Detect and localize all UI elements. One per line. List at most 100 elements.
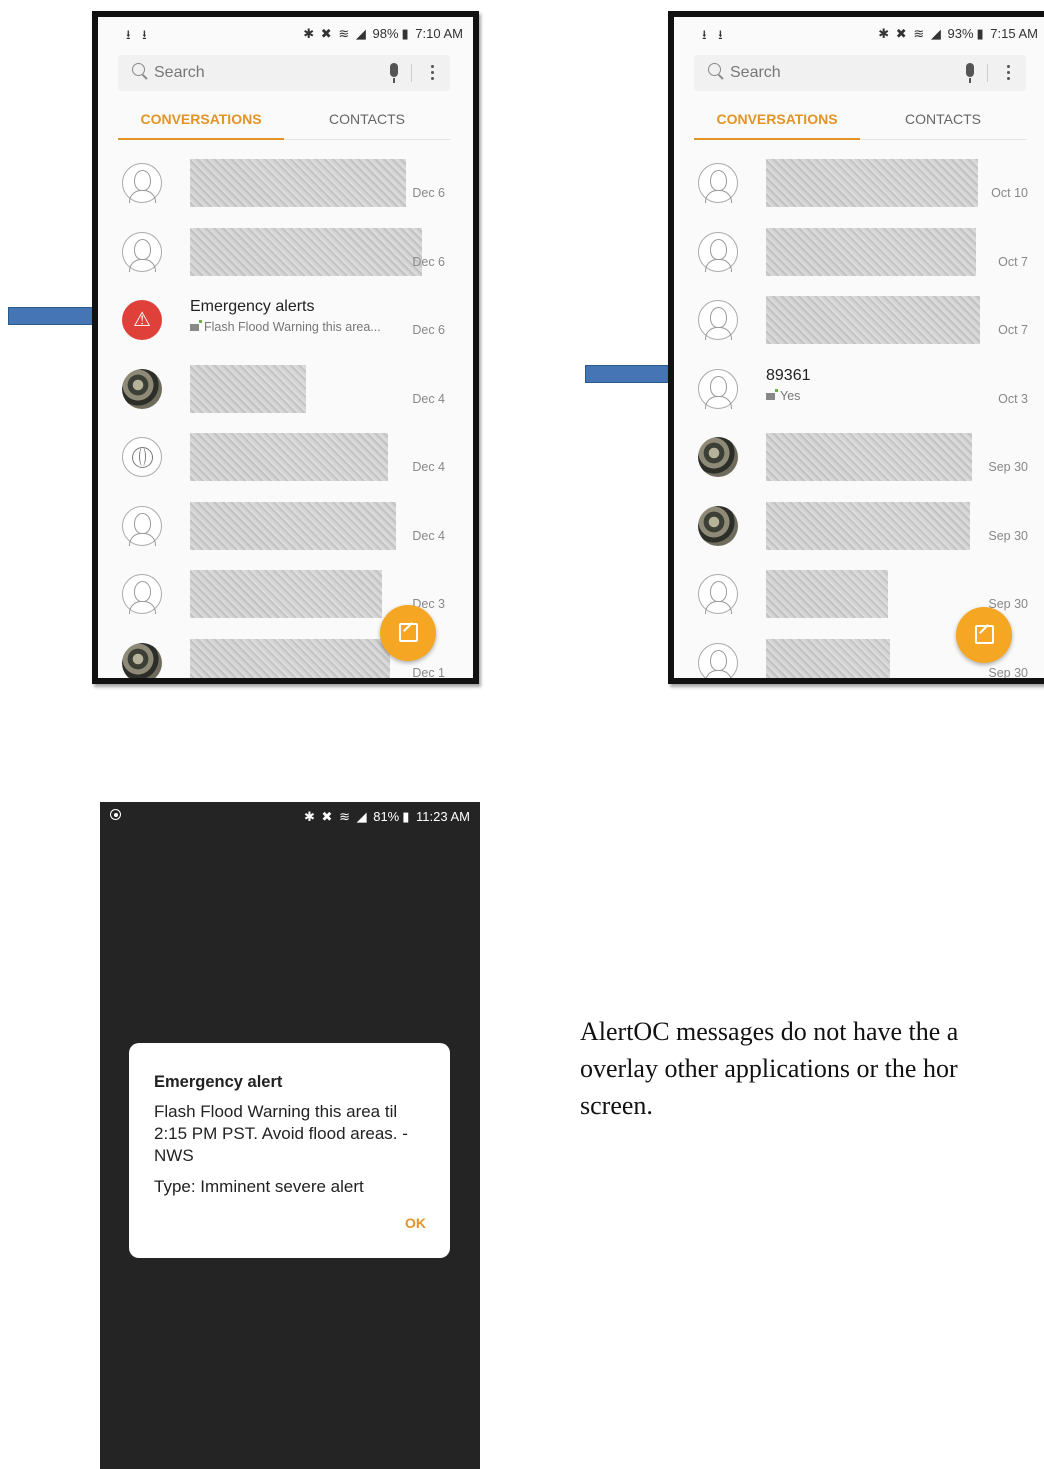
conversation-list: Dec 6 Dec 6 ⚠ Emergency alerts Flash Flo… xyxy=(98,151,473,680)
conversation-row[interactable]: Oct 7 xyxy=(674,220,1044,289)
search-icon xyxy=(132,63,145,76)
wifi-icon: ≋ xyxy=(913,26,925,41)
conversation-date: Oct 7 xyxy=(998,254,1028,269)
redacted-content xyxy=(190,364,306,413)
message-type-icon xyxy=(766,388,778,400)
search-bar[interactable]: Search xyxy=(694,55,1026,91)
snippet-text: Flash Flood Warning this area... xyxy=(204,320,381,334)
conversation-date: Dec 1 xyxy=(412,665,445,680)
more-options-icon[interactable] xyxy=(1007,65,1010,68)
more-options-icon[interactable] xyxy=(431,65,434,68)
bluetooth-icon: ✱ xyxy=(878,26,890,41)
mute-icon: ✖ xyxy=(320,26,332,41)
redacted-content xyxy=(190,159,406,207)
microphone-icon[interactable] xyxy=(966,63,974,83)
dialog-title: Emergency alert xyxy=(154,1073,283,1091)
search-input[interactable]: Search xyxy=(730,64,781,82)
conversation-date: Dec 4 xyxy=(412,460,445,474)
wifi-icon: ≋ xyxy=(339,809,350,824)
screen-record-icon xyxy=(110,809,121,820)
dialog-message: Flash Flood Warning this area til 2:15 P… xyxy=(154,1102,408,1165)
conversation-title: Emergency alerts xyxy=(190,298,315,315)
conversation-row[interactable]: Sep 30 xyxy=(674,494,1044,563)
contact-avatar-icon xyxy=(122,505,162,546)
contact-avatar-icon xyxy=(698,574,738,614)
caption-text: AlertOC messages do not have the a overl… xyxy=(580,1013,1044,1124)
battery-percent: 98% xyxy=(372,26,399,41)
contact-avatar-icon xyxy=(698,642,738,678)
tab-bar: CONVERSATIONS CONTACTS xyxy=(118,103,450,140)
tab-bar: CONVERSATIONS CONTACTS xyxy=(694,103,1026,140)
status-bar: ⭳ ⭳ ✱ ✖ ≋ ◢ 93% ▮ 7:15 AM xyxy=(674,17,1044,49)
conversation-date: Oct 7 xyxy=(998,323,1028,337)
status-bar: ✱ ✖ ≋ ◢ 81% ▮ 11:23 AM xyxy=(100,802,480,832)
conversation-row[interactable]: Dec 4 xyxy=(98,494,473,563)
search-bar[interactable]: Search xyxy=(118,55,450,91)
divider xyxy=(987,64,988,82)
globe-icon xyxy=(122,437,162,477)
battery-percent: 81% xyxy=(373,809,400,824)
redacted-content xyxy=(766,433,972,481)
avatar xyxy=(122,642,162,678)
avatar xyxy=(698,437,738,477)
ok-button[interactable]: OK xyxy=(405,1215,426,1231)
compose-icon xyxy=(399,623,418,642)
tab-contacts[interactable]: CONTACTS xyxy=(284,111,450,127)
mute-icon: ✖ xyxy=(321,809,333,824)
conversation-snippet: Flash Flood Warning this area... xyxy=(190,320,381,334)
download-icon: ⭳ ⭳ xyxy=(126,27,151,42)
battery-icon: ▮ xyxy=(976,26,984,41)
conversation-row[interactable]: Dec 6 xyxy=(98,220,473,289)
contact-avatar-icon xyxy=(122,163,162,203)
caption-line: AlertOC messages do not have the a xyxy=(580,1017,959,1046)
battery-percent: 93% xyxy=(947,26,974,41)
avatar xyxy=(698,505,738,546)
conversation-list: Oct 10 Oct 7 Oct 7 89361 Yes Oct 3 Sep 3… xyxy=(674,151,1044,678)
redacted-content xyxy=(190,227,422,276)
conversation-row-emergency-alerts[interactable]: ⚠ Emergency alerts Flash Flood Warning t… xyxy=(98,288,473,357)
conversation-row-89361[interactable]: 89361 Yes Oct 3 xyxy=(674,357,1044,426)
compose-button[interactable] xyxy=(380,605,436,661)
search-input[interactable]: Search xyxy=(154,64,205,82)
tab-contacts[interactable]: CONTACTS xyxy=(860,111,1026,127)
active-tab-indicator xyxy=(118,138,284,140)
redacted-content xyxy=(766,159,978,207)
bluetooth-icon: ✱ xyxy=(304,809,315,824)
divider xyxy=(411,64,412,82)
signal-icon: ◢ xyxy=(355,26,366,41)
conversation-date: Oct 10 xyxy=(991,186,1028,200)
clock: 7:10 AM xyxy=(415,26,463,41)
clock: 7:15 AM xyxy=(990,26,1038,41)
conversation-date: Dec 4 xyxy=(412,528,445,543)
conversation-row[interactable]: Dec 4 xyxy=(98,357,473,426)
search-icon xyxy=(708,63,721,76)
conversation-date: Dec 6 xyxy=(412,186,445,200)
contact-avatar-icon xyxy=(698,231,738,272)
redacted-content xyxy=(766,501,970,550)
download-icon: ⭳ ⭳ xyxy=(702,27,727,42)
compose-button[interactable] xyxy=(956,607,1012,663)
conversation-row[interactable]: Oct 10 xyxy=(674,151,1044,220)
conversation-date: Dec 4 xyxy=(412,391,445,406)
message-type-icon xyxy=(190,320,202,331)
conversation-snippet: Yes xyxy=(766,388,800,403)
compose-icon xyxy=(975,625,994,644)
conversation-title: 89361 xyxy=(766,366,811,384)
tab-conversations[interactable]: CONVERSATIONS xyxy=(694,111,860,127)
conversation-date: Sep 30 xyxy=(988,460,1028,474)
redacted-content xyxy=(766,570,888,618)
alert-type: Type: Imminent severe alert xyxy=(154,1177,364,1196)
conversation-row[interactable]: Dec 6 xyxy=(98,151,473,220)
contact-avatar-icon xyxy=(698,300,738,340)
conversation-row[interactable]: Dec 4 xyxy=(98,425,473,494)
redacted-content xyxy=(190,433,388,481)
conversation-row[interactable]: Sep 30 xyxy=(674,425,1044,494)
redacted-content xyxy=(766,227,976,276)
phone-screenshot-2: ⭳ ⭳ ✱ ✖ ≋ ◢ 93% ▮ 7:15 AM Search CONVERSA… xyxy=(668,11,1044,684)
tab-conversations[interactable]: CONVERSATIONS xyxy=(118,111,284,127)
signal-icon: ◢ xyxy=(356,809,367,824)
conversation-row[interactable]: Oct 7 xyxy=(674,288,1044,357)
redacted-content xyxy=(190,501,396,550)
conversation-date: Sep 30 xyxy=(988,528,1028,543)
microphone-icon[interactable] xyxy=(390,63,398,83)
